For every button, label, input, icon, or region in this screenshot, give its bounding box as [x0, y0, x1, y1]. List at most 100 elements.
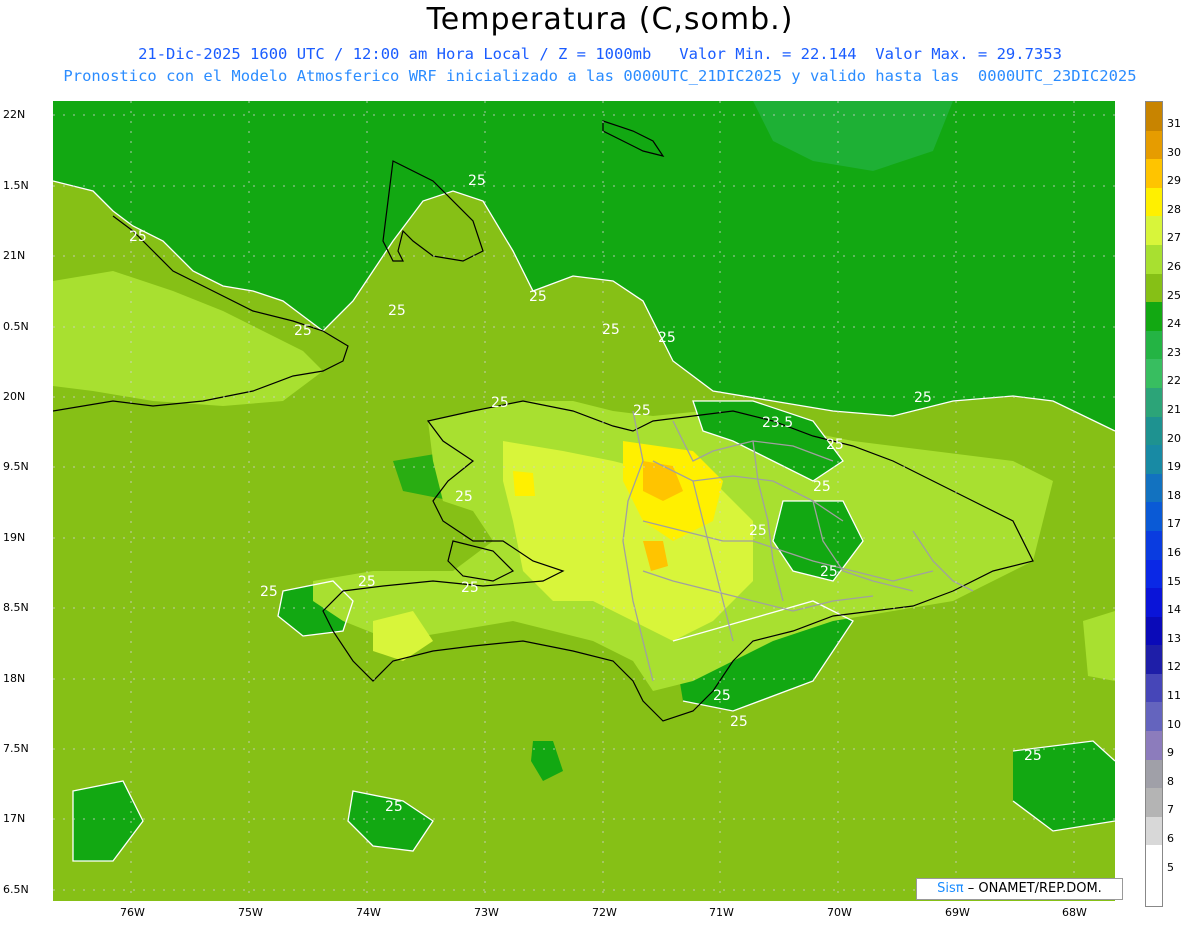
colorbar-swatch: [1146, 273, 1162, 303]
colorbar-swatch: [1146, 702, 1162, 732]
colorbar-label: 21: [1167, 403, 1181, 416]
colorbar-label: 18: [1167, 488, 1181, 502]
colorbar-label: 31: [1167, 117, 1181, 130]
colorbar: [1145, 101, 1163, 907]
contour-label: 25: [260, 584, 278, 600]
contour-label: 25: [468, 173, 486, 189]
lat-label: 20N: [3, 390, 26, 403]
colorbar-swatch: [1146, 816, 1162, 846]
lat-label: 18N: [3, 672, 26, 685]
colorbar-swatch: [1146, 302, 1162, 331]
lon-label: 72W: [592, 906, 617, 919]
contour-label: 25: [658, 330, 676, 346]
temperature-map: 25 25 25 25 25 25 25 25 23.5 25 25 25 25…: [53, 101, 1115, 901]
colorbar-swatch: [1146, 416, 1162, 446]
contour-label: 25: [749, 523, 767, 539]
colorbar-label: 11: [1167, 689, 1181, 702]
lat-label: 7.5N: [3, 742, 29, 755]
lat-label: 6.5N: [3, 883, 29, 896]
colorbar-swatch: [1146, 330, 1162, 360]
colorbar-label: 7: [1167, 803, 1174, 817]
lon-label: 69W: [945, 906, 970, 919]
colorbar-label: 30: [1167, 145, 1181, 159]
colorbar-swatch: [1146, 731, 1162, 760]
lat-label: 21N: [3, 249, 26, 262]
colorbar-swatch: [1146, 445, 1162, 474]
contour-label: 25: [730, 714, 748, 730]
contour-label: 25: [713, 688, 731, 704]
colorbar-label: 22: [1167, 374, 1181, 388]
contour-label: 25: [388, 303, 406, 319]
contour-label: 25: [602, 322, 620, 338]
colorbar-label: 24: [1167, 317, 1181, 331]
contour-label: 25: [529, 289, 547, 305]
lat-label: 19N: [3, 531, 26, 544]
colorbar-swatch: [1146, 473, 1162, 503]
colorbar-swatch: [1146, 530, 1162, 560]
colorbar-label: 12: [1167, 660, 1181, 674]
colorbar-swatch: [1146, 645, 1162, 674]
colorbar-label: 19: [1167, 460, 1181, 474]
contour-label: 25: [294, 323, 312, 339]
contour-label: 25: [491, 395, 509, 411]
contour-label: 25: [129, 229, 147, 245]
lon-label: 71W: [709, 906, 734, 919]
onamet-logo: Sisπ – ONAMET/REP.DOM.: [916, 878, 1123, 900]
colorbar-swatch: [1146, 244, 1162, 274]
contour-label: 25: [826, 437, 844, 453]
colorbar-label: 26: [1167, 260, 1181, 273]
contour-label: 25: [820, 564, 838, 580]
colorbar-label: 20: [1167, 431, 1181, 445]
lat-label: 9.5N: [3, 460, 29, 473]
map-title: Temperatura (C,somb.): [426, 2, 794, 37]
lon-label: 75W: [238, 906, 263, 919]
lon-label: 70W: [827, 906, 852, 919]
colorbar-swatch: [1146, 673, 1162, 703]
colorbar-swatch: [1146, 187, 1162, 217]
colorbar-swatch: [1146, 359, 1162, 388]
contour-label: 25: [455, 489, 473, 505]
lon-label: 73W: [474, 906, 499, 919]
lat-label: 1.5N: [3, 179, 29, 192]
logo-sis: Sisπ: [937, 881, 964, 896]
colorbar-label: 9: [1167, 746, 1174, 760]
colorbar-swatch: [1146, 502, 1162, 531]
lat-label: 8.5N: [3, 601, 29, 614]
colorbar-swatch: [1146, 159, 1162, 188]
contour-label: 25: [914, 390, 932, 406]
lon-label: 68W: [1062, 906, 1087, 919]
colorbar-swatch: [1146, 616, 1162, 646]
contour-label: 25: [1024, 748, 1042, 764]
colorbar-label: 14: [1167, 603, 1181, 617]
colorbar-label: 28: [1167, 202, 1181, 216]
colorbar-swatch: [1146, 759, 1162, 789]
contour-label: 25: [385, 799, 403, 815]
lat-label: 0.5N: [3, 320, 29, 333]
colorbar-swatch: [1146, 559, 1162, 589]
colorbar-label: 6: [1167, 832, 1174, 845]
colorbar-swatch: [1146, 216, 1162, 245]
contour-label: 25: [461, 580, 479, 596]
colorbar-label: 13: [1167, 631, 1181, 645]
lat-label: 22N: [3, 108, 26, 121]
logo-text: – ONAMET/REP.DOM.: [967, 881, 1102, 896]
lat-label: 17N: [3, 812, 26, 825]
map-subtitle-date: 21-Dic-2025 1600 UTC / 12:00 am Hora Loc…: [138, 45, 1062, 63]
colorbar-label: 29: [1167, 174, 1181, 188]
colorbar-label: 8: [1167, 774, 1174, 788]
colorbar-swatch: [1146, 788, 1162, 817]
colorbar-swatch: [1146, 588, 1162, 617]
colorbar-label: 15: [1167, 574, 1181, 588]
colorbar-label: 23: [1167, 345, 1181, 359]
contour-label: 25: [813, 479, 831, 495]
contour-label: 25: [358, 574, 376, 590]
colorbar-label: 17: [1167, 517, 1181, 531]
colorbar-swatch: [1146, 130, 1162, 160]
lon-label: 76W: [120, 906, 145, 919]
colorbar-label: 25: [1167, 288, 1181, 302]
colorbar-label: 16: [1167, 546, 1181, 559]
colorbar-label: 10: [1167, 717, 1181, 731]
map-subtitle-model: Pronostico con el Modelo Atmosferico WRF…: [63, 67, 1137, 85]
colorbar-swatch: [1146, 845, 1162, 875]
contour-label: 25: [633, 403, 651, 419]
